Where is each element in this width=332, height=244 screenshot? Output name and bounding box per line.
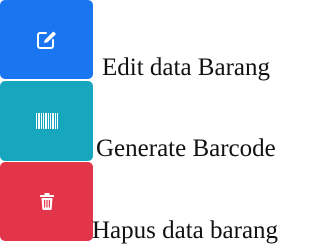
delete-button[interactable]	[0, 162, 93, 241]
edit-icon	[36, 31, 57, 49]
edit-button[interactable]	[0, 0, 93, 79]
action-row-barcode: Generate Barcode	[0, 81, 332, 162]
barcode-icon	[35, 113, 58, 129]
trash-icon	[39, 193, 54, 210]
action-row-hapus: Hapus data barang	[0, 162, 332, 244]
action-row-edit: Edit data Barang	[0, 0, 332, 81]
edit-label: Edit data Barang	[102, 54, 270, 81]
generate-barcode-label: Generate Barcode	[96, 135, 276, 162]
delete-label: Hapus data barang	[92, 217, 279, 244]
generate-barcode-button[interactable]	[0, 81, 93, 161]
